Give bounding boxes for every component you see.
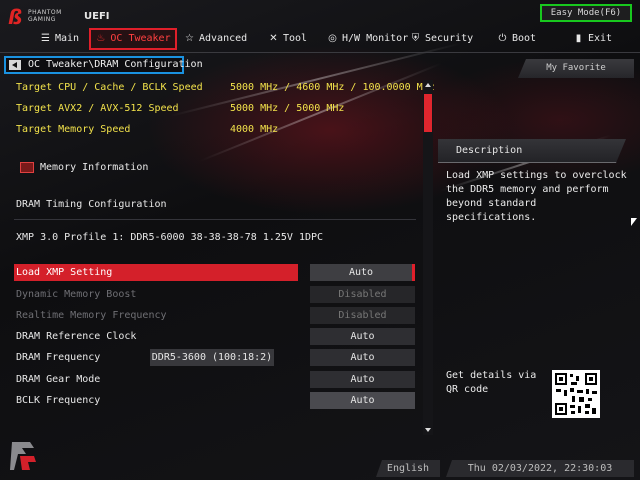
setting-dram-gear-mode[interactable]: DRAM Gear Mode <box>14 371 298 388</box>
qr-caption: Get details via QR code <box>446 370 537 395</box>
breadcrumb: OC Tweaker\DRAM Configuration <box>4 56 203 74</box>
setting-realtime-memory-frequency: Realtime Memory Frequency <box>16 310 167 321</box>
description-header: Description <box>438 139 626 163</box>
tab-boot[interactable]: ⏻ Boot <box>497 28 537 50</box>
header-divider <box>0 52 640 53</box>
list-icon: ☰ <box>41 33 50 44</box>
power-icon: ⏻ <box>498 33 507 44</box>
datetime-display: Thu 02/03/2022, 22:30:03 <box>446 460 634 477</box>
breadcrumb-text: OC Tweaker\DRAM Configuration <box>28 59 203 70</box>
dram-frequency-current: DDR5-3600 (100:18:2) <box>150 349 274 366</box>
qr-code-icon <box>552 370 600 418</box>
my-favorite-button[interactable]: My Favorite <box>518 59 634 78</box>
xmp-profile-text: XMP 3.0 Profile 1: DDR5-6000 38-38-38-78… <box>16 232 324 243</box>
back-arrow-icon[interactable] <box>9 60 21 70</box>
info-row: Target AVX2 / AVX-512 Speed 5000 MHz / 50… <box>16 103 345 114</box>
tab-exit[interactable]: ▮ Exit <box>573 28 612 50</box>
info-row: Target Memory Speed 4000 MHz <box>16 124 279 135</box>
value-dram-gear-mode[interactable]: Auto <box>310 371 415 388</box>
logo-line-2: GAMING <box>28 16 56 23</box>
uefi-label: UEFI <box>84 11 110 22</box>
scroll-down-icon[interactable] <box>423 425 433 435</box>
asrock-logo-icon: ß <box>8 5 23 29</box>
wrench-icon: ✕ <box>269 33 278 44</box>
main-tab-bar: ☰ Main ♨ OC Tweaker ☆ Advanced ✕ Tool ◎ H/W M… <box>0 28 640 50</box>
value-dram-reference-clock[interactable]: Auto <box>310 328 415 345</box>
description-text: Load XMP settings to overclock the DDR5 … <box>446 170 627 223</box>
info-row: Target CPU / Cache / BCLK Speed 5000 MHz … <box>16 82 435 93</box>
easy-mode-button[interactable]: Easy Mode(F6) <box>540 4 632 22</box>
setting-dram-reference-clock[interactable]: DRAM Reference Clock <box>14 328 298 345</box>
value-bclk-frequency[interactable]: Auto <box>310 392 415 409</box>
phantom-gaming-emblem-icon <box>8 440 38 474</box>
logo-line-1: PHANTOM <box>28 9 62 16</box>
flame-icon: ♨ <box>96 33 106 44</box>
settings-scrollbar[interactable] <box>423 80 433 435</box>
star-icon: ☆ <box>185 33 194 44</box>
mouse-cursor-icon <box>631 218 637 226</box>
shield-icon: ⛨ <box>411 33 420 44</box>
value-realtime-memory-frequency: Disabled <box>310 307 415 324</box>
door-icon: ▮ <box>575 33 582 44</box>
setting-dynamic-memory-boost: Dynamic Memory Boost <box>16 289 137 300</box>
dram-timing-config-item[interactable]: DRAM Timing Configuration <box>16 198 167 212</box>
memory-icon <box>20 161 34 173</box>
language-selector[interactable]: English <box>376 460 440 477</box>
scrollbar-thumb[interactable] <box>424 94 432 132</box>
tab-oc-tweaker[interactable]: ♨ OC Tweaker <box>89 28 177 50</box>
tab-tool[interactable]: ✕ Tool <box>268 28 307 50</box>
scroll-up-icon[interactable] <box>423 80 433 90</box>
tab-security[interactable]: ⛨ Security <box>410 28 473 50</box>
monitor-icon: ◎ <box>328 33 337 44</box>
phantom-gaming-logo: ß PHANTOM GAMING UEFI <box>8 6 138 28</box>
tab-hw-monitor[interactable]: ◎ H/W Monitor <box>327 28 408 50</box>
value-load-xmp[interactable]: Auto <box>310 264 415 281</box>
tab-main[interactable]: ☰ Main <box>40 28 79 50</box>
tab-advanced[interactable]: ☆ Advanced <box>184 28 247 50</box>
value-dynamic-memory-boost: Disabled <box>310 286 415 303</box>
divider <box>14 219 416 220</box>
setting-bclk-frequency[interactable]: BCLK Frequency <box>14 392 298 409</box>
value-dram-frequency[interactable]: Auto <box>310 349 415 366</box>
memory-information-item[interactable]: Memory Information <box>20 161 148 175</box>
setting-load-xmp[interactable]: Load XMP Setting <box>14 264 298 281</box>
